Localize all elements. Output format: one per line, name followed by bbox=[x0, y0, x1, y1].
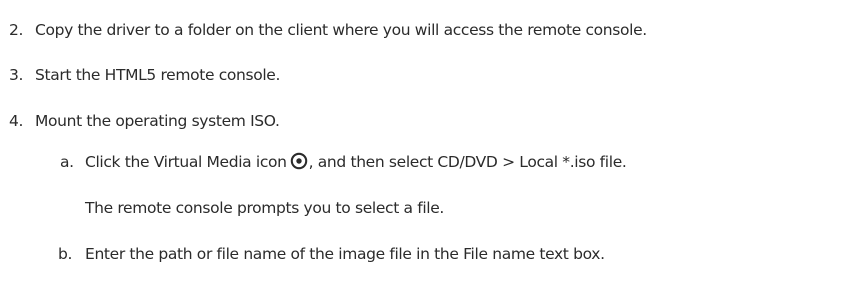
substep-b-letter: b. bbox=[58, 245, 73, 263]
virtual-media-icon bbox=[290, 152, 307, 170]
substep-a-text-after-icon: , and then select CD/DVD > Local *.iso f… bbox=[308, 153, 627, 171]
step-3-number: 3. bbox=[9, 66, 24, 84]
substep-b-text: Enter the path or file name of the image… bbox=[85, 245, 605, 263]
substep-a-note-text: The remote console prompts you to select… bbox=[85, 199, 445, 217]
substep-a-text-before-icon: Click the Virtual Media icon bbox=[85, 153, 287, 171]
step-2-text: Copy the driver to a folder on the clien… bbox=[35, 21, 647, 39]
step-4-text: Mount the operating system ISO. bbox=[35, 112, 280, 130]
substep-a-letter: a. bbox=[60, 153, 74, 171]
step-3-text: Start the HTML5 remote console. bbox=[35, 66, 281, 84]
substep-a-text: Click the Virtual Media icon , and then … bbox=[85, 150, 627, 174]
step-2-number: 2. bbox=[9, 21, 24, 39]
step-4-number: 4. bbox=[9, 112, 24, 130]
